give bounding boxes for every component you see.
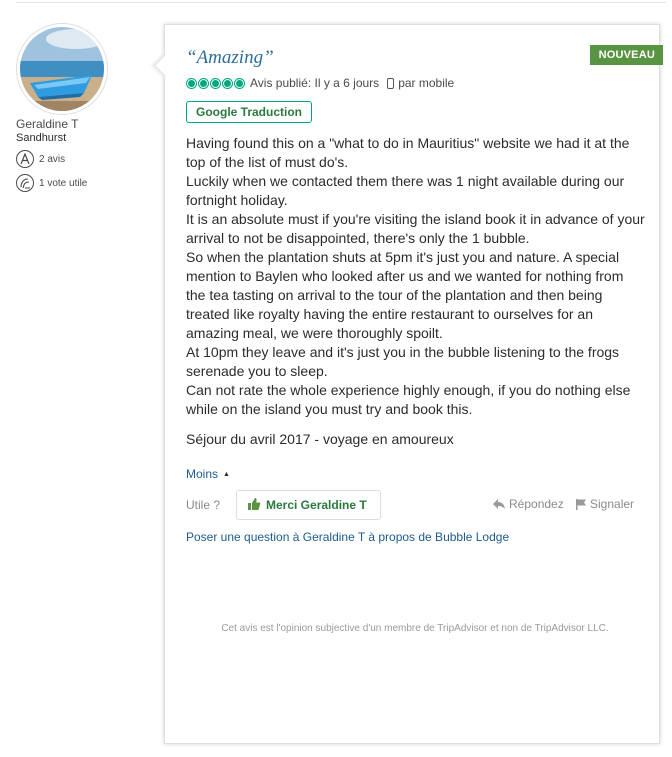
review-paragraph: Luckily when we contacted them there was… [186, 173, 625, 208]
stay-date: Séjour du avril 2017 - voyage en amoureu… [186, 431, 454, 447]
member-name[interactable]: Geraldine T [16, 117, 154, 131]
thumbs-up-icon [247, 497, 261, 514]
disclaimer: Cet avis est l'opinion subjective d'un m… [221, 623, 609, 634]
review-body: Having found this on a "what to do in Ma… [186, 134, 646, 419]
thank-label[interactable]: Merci Geraldine T [266, 498, 367, 512]
review-title[interactable]: “Amazing” [186, 47, 274, 69]
rating-bubble-icon [210, 77, 221, 89]
member-info: Geraldine T Sandhurst 2 avis 1 vote util… [14, 24, 154, 192]
helpful-vote-row: 1 vote utile [16, 174, 154, 192]
rating-bubble-icon [186, 77, 197, 89]
ask-question-link[interactable]: Poser une question à Geraldine T à propo… [186, 530, 509, 544]
review-count-row: 2 avis [16, 150, 154, 168]
mobile-phone-icon [387, 77, 395, 89]
rating-bubble-icon [198, 77, 209, 89]
helpful-row: Utile ? Merci Geraldine T Répondez Signa… [186, 490, 646, 520]
review-count: 2 avis [39, 153, 66, 165]
new-badge: NOUVEAU [589, 45, 663, 65]
useful-label: Utile ? [186, 498, 221, 512]
review-paragraph: At 10pm they leave and it's just you in … [186, 344, 620, 379]
reply-button[interactable]: Répondez [492, 497, 564, 511]
top-divider [16, 2, 666, 3]
caret-up-icon: ▲ [223, 470, 230, 478]
via-mobile: par mobile [398, 76, 455, 90]
report-label[interactable]: Signaler [590, 497, 634, 511]
review-badge-icon [16, 150, 34, 168]
review-paragraph: Having found this on a "what to do in Ma… [186, 135, 630, 170]
less-label[interactable]: Moins [186, 467, 218, 481]
reply-label[interactable]: Répondez [509, 497, 564, 511]
rating-bubble-icon [222, 77, 233, 89]
avatar[interactable] [17, 24, 107, 114]
thank-reviewer-button[interactable]: Merci Geraldine T [236, 490, 381, 520]
review-paragraph: So when the plantation shuts at 5pm it's… [186, 249, 624, 341]
flag-icon [576, 499, 586, 510]
less-toggle[interactable]: Moins ▲ [186, 467, 230, 481]
google-translate-button[interactable]: Google Traduction [186, 101, 313, 123]
bubble-rating [186, 77, 246, 89]
member-location: Sandhurst [16, 132, 67, 144]
helpful-vote-count: 1 vote utile [39, 177, 88, 189]
report-button[interactable]: Signaler [575, 497, 634, 511]
publish-date: Avis publié: Il y a 6 jours [250, 76, 380, 90]
helpful-vote-icon [16, 174, 34, 192]
reply-arrow-icon [493, 499, 505, 509]
review-card: NOUVEAU “Amazing” Avis publié: Il y a 6 … [164, 24, 663, 744]
review-paragraph: Can not rate the whole experience highly… [186, 382, 631, 417]
review-meta: Avis publié: Il y a 6 jours par mobile [186, 76, 454, 90]
rating-bubble-icon [234, 77, 245, 89]
review-paragraph: It is an absolute must if you're visitin… [186, 211, 645, 246]
